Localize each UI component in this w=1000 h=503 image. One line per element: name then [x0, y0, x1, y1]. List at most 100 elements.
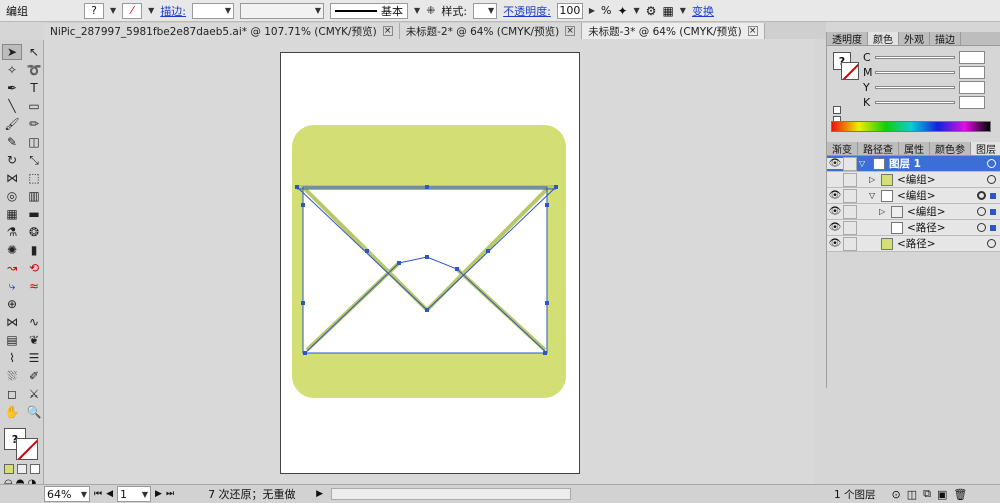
slider-m[interactable]: M	[859, 65, 985, 80]
eye-icon[interactable]: 👁	[827, 238, 843, 249]
anchor-tool-icon[interactable]: ⤷	[2, 278, 22, 294]
lock-toggle[interactable]	[843, 156, 857, 171]
color-spectrum[interactable]	[831, 121, 991, 132]
lock-toggle[interactable]	[843, 172, 857, 187]
tab-color-guide[interactable]: 颜色参	[930, 142, 971, 156]
chevron-down-icon[interactable]: ▼	[148, 6, 154, 15]
selection-indicator[interactable]	[990, 192, 996, 199]
slice-tool-icon[interactable]	[24, 296, 44, 312]
target-icon[interactable]	[977, 207, 986, 216]
target-icon[interactable]	[987, 239, 996, 248]
lasso-tool-icon[interactable]: ➰	[24, 62, 44, 78]
slider-c[interactable]: C	[859, 50, 985, 65]
prev-page-icon[interactable]: ◀	[106, 489, 113, 499]
tab-layers[interactable]: 图层	[971, 142, 1000, 156]
eye-icon[interactable]: 👁	[827, 158, 843, 169]
make-clip-mask-icon[interactable]: ◫	[907, 488, 917, 501]
close-icon[interactable]: ×	[747, 26, 758, 36]
shape-builder-tool-icon[interactable]: ◎	[2, 188, 22, 204]
stroke-proxy-icon[interactable]	[841, 62, 859, 80]
chevron-down-icon[interactable]: ▼	[414, 6, 420, 15]
status-menu-icon[interactable]: ▶	[316, 489, 323, 499]
magic-wand-tool-icon[interactable]: ✧	[2, 62, 22, 78]
chevron-down-icon[interactable]: ▼	[110, 6, 116, 15]
opacity-field[interactable]: 100	[556, 2, 583, 19]
page-field[interactable]: 1 ▼	[117, 486, 152, 502]
twirl-tool-icon[interactable]: ∿	[24, 314, 44, 330]
slider-k[interactable]: K	[859, 95, 985, 110]
crop-area-tool-icon[interactable]: ◻	[2, 386, 22, 402]
chevron-down-icon[interactable]: ▼	[634, 6, 640, 15]
lock-toggle[interactable]	[843, 204, 857, 219]
align-icon[interactable]: ▦	[662, 4, 673, 18]
direct-selection-tool-icon[interactable]: ↖	[24, 44, 44, 60]
target-icon[interactable]	[987, 175, 996, 184]
stroke-swatch[interactable]: ⁄	[122, 2, 143, 19]
pencil-tool-icon[interactable]: ✏	[24, 116, 44, 132]
eye-icon[interactable]: 👁	[827, 206, 843, 217]
tab-document-3[interactable]: 未标题-3* @ 64% (CMYK/预览) ×	[582, 23, 765, 39]
type-tool-icon[interactable]: T	[24, 80, 44, 96]
selection-tool-icon[interactable]: ➤	[2, 44, 22, 60]
paintbrush-tool-icon[interactable]: 🖌	[2, 116, 22, 132]
style-swatch[interactable]: ▼	[473, 2, 498, 19]
recolor-icon[interactable]: ✦	[617, 4, 627, 18]
selection-indicator[interactable]	[990, 208, 996, 215]
lock-toggle[interactable]	[843, 220, 857, 235]
blend-tool-icon[interactable]: ❂	[24, 224, 44, 240]
none-swatch-icon[interactable]	[833, 106, 841, 114]
lock-toggle[interactable]	[843, 188, 857, 203]
tab-attributes[interactable]: 属性	[899, 142, 930, 156]
column-graph-tool-icon[interactable]: ▮	[24, 242, 44, 258]
selection-indicator[interactable]	[990, 224, 996, 231]
stroke-swatch-icon[interactable]	[16, 438, 38, 460]
brush-definition-field[interactable]: 基本	[330, 2, 409, 19]
variable-width-field[interactable]: ▼	[240, 2, 325, 19]
slider-y[interactable]: Y	[859, 80, 985, 95]
envelope-artwork[interactable]	[281, 53, 581, 475]
opacity-link[interactable]: 不透明度:	[503, 3, 551, 19]
warp-tool-icon[interactable]: ⋈	[2, 314, 22, 330]
tab-transparency[interactable]: 透明度	[827, 32, 868, 46]
chevron-down-icon[interactable]: ▽	[859, 159, 869, 168]
width-tool-icon[interactable]: ⋈	[2, 170, 22, 186]
last-page-icon[interactable]: ⏭	[166, 489, 174, 499]
chevron-down-icon[interactable]: ▼	[680, 6, 686, 15]
new-sublayer-icon[interactable]: ⧉	[923, 487, 931, 501]
fill-swatch[interactable]: ?	[84, 2, 104, 19]
artboard-tool-icon[interactable]: ⊕	[2, 296, 22, 312]
free-transform-tool-icon[interactable]: ⬚	[24, 170, 44, 186]
target-icon[interactable]	[987, 159, 996, 168]
line-tool-icon[interactable]: ╲	[2, 98, 22, 114]
chevron-right-icon[interactable]: ▶	[589, 6, 595, 15]
scallop-tool-icon[interactable]: ⌇	[2, 350, 22, 366]
stroke-link[interactable]: 描边:	[160, 3, 186, 19]
tab-pathfinder[interactable]: 路径查	[858, 142, 899, 156]
layer-row[interactable]: ▷ <编组>	[827, 172, 1000, 188]
chevron-down-icon[interactable]: ▽	[869, 191, 877, 200]
gradient-tool-icon[interactable]: ▬	[24, 206, 44, 222]
close-icon[interactable]: ×	[565, 26, 576, 36]
none-mode-icon[interactable]	[30, 464, 40, 474]
locate-object-icon[interactable]: ⊙	[892, 488, 901, 501]
eyedropper-tool-icon[interactable]: ⚗	[2, 224, 22, 240]
symbol-icon[interactable]: ⁜	[426, 4, 435, 17]
fill-stroke-widget[interactable]: ?	[4, 424, 40, 460]
layer-row[interactable]: 👁 ▷ <编组>	[827, 204, 1000, 220]
delete-layer-icon[interactable]: 🗑	[953, 488, 967, 501]
symbol-shifter-tool-icon[interactable]: ❦	[24, 332, 44, 348]
smooth-tool-icon[interactable]: ≈	[24, 278, 44, 294]
layer-row[interactable]: 👁 <路径>	[827, 236, 1000, 252]
envelope-body[interactable]	[303, 187, 547, 353]
pen-tool-icon[interactable]: ✒	[2, 80, 22, 96]
mesh-tool-icon[interactable]: ▦	[2, 206, 22, 222]
symbol-sprayer-tool-icon[interactable]: ✺	[2, 242, 22, 258]
target-icon[interactable]	[977, 191, 986, 200]
bar-graph-tool-icon[interactable]: ▤	[2, 332, 22, 348]
layer-row[interactable]: 👁 <路径>	[827, 220, 1000, 236]
next-page-icon[interactable]: ▶	[155, 489, 162, 499]
tab-stroke[interactable]: 描边	[930, 32, 961, 46]
settings-icon[interactable]: ⚙	[646, 4, 657, 18]
blob-brush-tool-icon[interactable]: ✎	[2, 134, 22, 150]
tab-document-2[interactable]: 未标题-2* @ 64% (CMYK/预览) ×	[399, 23, 583, 39]
